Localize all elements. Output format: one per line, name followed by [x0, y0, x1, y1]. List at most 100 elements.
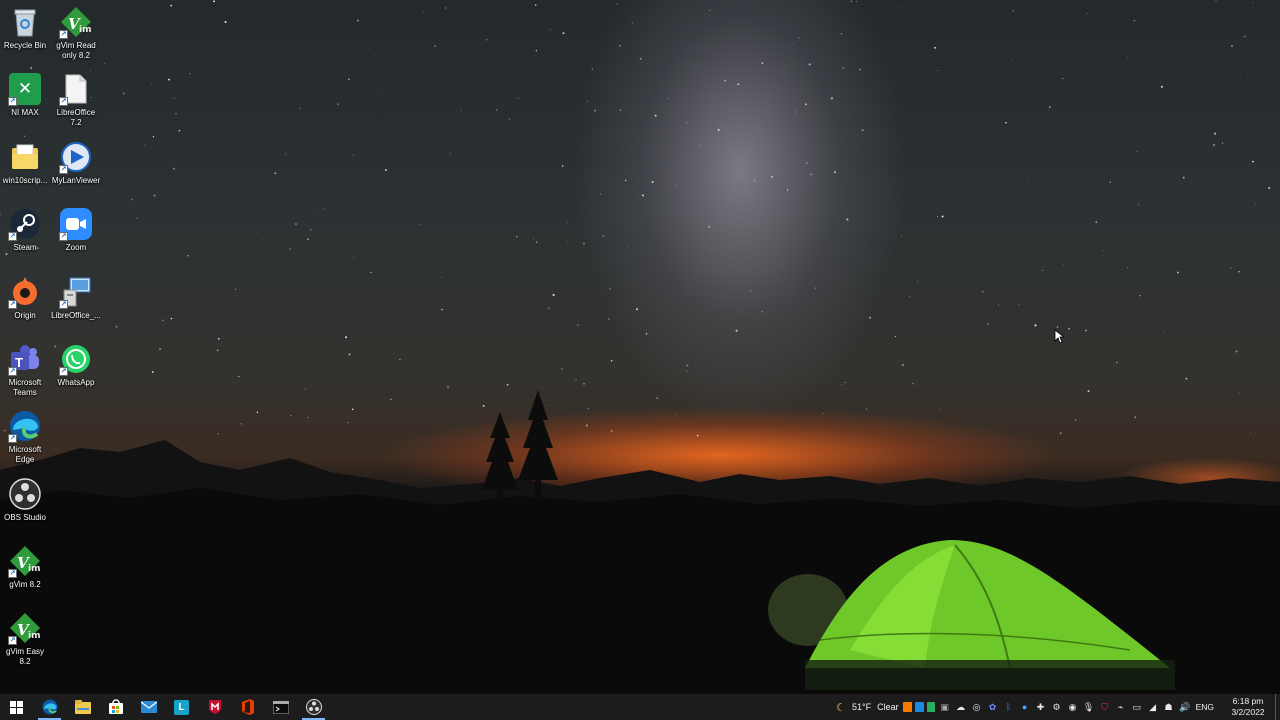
- star: [610, 359, 613, 362]
- star: [1034, 324, 1037, 327]
- shortcut-arrow-icon: ↗: [59, 30, 68, 39]
- desktop-icon-mylanviewer[interactable]: ↗ MyLanViewer: [51, 141, 101, 186]
- taskbar-store-button[interactable]: [99, 694, 132, 720]
- star: [804, 103, 807, 106]
- desktop-icon-microsoft-edge[interactable]: ↗ Microsoft Edge: [0, 410, 50, 465]
- tray-app-icon[interactable]: [915, 702, 925, 712]
- tray-app-icon[interactable]: ▣: [938, 701, 951, 714]
- show-desktop-button[interactable]: [1275, 694, 1280, 720]
- desktop-icon-steam[interactable]: ↗ Steam: [0, 208, 50, 253]
- star: [353, 257, 355, 259]
- onedrive-icon[interactable]: ☁: [954, 701, 967, 714]
- start-button[interactable]: [0, 694, 33, 720]
- star: [656, 397, 659, 400]
- star: [1247, 77, 1248, 79]
- star: [696, 434, 699, 437]
- star: [1252, 160, 1254, 163]
- desktop-icon-label: LibreOffice_...: [51, 311, 101, 320]
- steam-icon: ↗: [8, 208, 41, 241]
- bluetooth-icon[interactable]: ᛒ: [1002, 701, 1015, 714]
- desktop-icon-gvim-read-only[interactable]: Vim ↗ gVim Read only 8.2: [51, 6, 101, 61]
- battery-icon[interactable]: ▭: [1130, 701, 1143, 714]
- steam-tray-icon-2[interactable]: ☗: [1162, 701, 1175, 714]
- desktop-icon-gvim[interactable]: Vim ↗ gVim 8.2: [0, 545, 50, 590]
- star: [1268, 186, 1271, 189]
- desktop-wallpaper[interactable]: [0, 0, 1280, 694]
- desktop-icon-label: LibreOffice 7.2: [56, 108, 96, 127]
- desktop-icon-label: Steam: [13, 243, 37, 252]
- star: [307, 238, 309, 241]
- taskbar-file-explorer-button[interactable]: [66, 694, 99, 720]
- star: [1012, 10, 1014, 12]
- steam-tray-icon[interactable]: ●: [1018, 701, 1031, 714]
- star: [213, 0, 215, 3]
- star: [1235, 350, 1238, 353]
- taskbar-terminal-button[interactable]: [264, 694, 297, 720]
- obs-tray-icon[interactable]: ◎: [970, 701, 983, 714]
- tray-app-icon[interactable]: [927, 702, 936, 712]
- language-indicator[interactable]: ENG: [1196, 702, 1214, 712]
- desktop-icon-gvim-easy[interactable]: Vim ↗ gVim Easy 8.2: [0, 612, 50, 667]
- mcafee-icon: [208, 700, 221, 714]
- star: [699, 144, 701, 146]
- star: [840, 33, 843, 35]
- star: [636, 308, 638, 311]
- tray-app-icon[interactable]: [903, 702, 913, 712]
- star: [1255, 202, 1257, 204]
- desktop-icon-recycle-bin[interactable]: Recycle Bin: [0, 6, 50, 51]
- office-tray-icon[interactable]: ✚: [1034, 701, 1047, 714]
- taskbar-office-button[interactable]: [231, 694, 264, 720]
- weather-widget[interactable]: ☾ 51°F Clear: [833, 701, 902, 714]
- star: [587, 407, 590, 410]
- origin-tray-icon[interactable]: ◉: [1066, 701, 1079, 714]
- desktop-icon-ni-max[interactable]: ✕ ↗ NI MAX: [0, 73, 50, 118]
- taskbar-edge-button[interactable]: [33, 694, 66, 720]
- star: [566, 222, 568, 224]
- desktop-icon-label: Recycle Bin: [3, 41, 47, 50]
- libreoffice-icon: ↗: [59, 73, 92, 106]
- gvim-icon: Vim ↗: [8, 545, 41, 578]
- desktop-icon-microsoft-teams[interactable]: T ↗ Microsoft Teams: [0, 343, 50, 398]
- star: [1041, 269, 1044, 272]
- settings-tray-icon[interactable]: ⚙: [1050, 701, 1063, 714]
- star: [761, 310, 763, 313]
- desktop-icon-obs-studio[interactable]: OBS Studio: [0, 478, 50, 523]
- taskbar-libreoffice-button[interactable]: L: [165, 694, 198, 720]
- desktop-icon-whatsapp[interactable]: ↗ WhatsApp: [51, 343, 101, 388]
- star: [798, 37, 800, 39]
- teams-tray-icon[interactable]: ✿: [986, 701, 999, 714]
- star: [178, 129, 181, 132]
- star: [1085, 329, 1087, 332]
- star: [1056, 326, 1059, 328]
- desktop-icon-win10scripts[interactable]: win10scrip...: [0, 141, 50, 186]
- star: [136, 217, 138, 220]
- star: [686, 364, 689, 367]
- taskbar-mcafee-button[interactable]: [198, 694, 231, 720]
- star: [419, 224, 420, 225]
- desktop-icon-libreoffice[interactable]: ↗ LibreOffice 7.2: [51, 73, 101, 128]
- mcafee-tray-icon[interactable]: ⛉: [1098, 701, 1111, 714]
- network-icon[interactable]: ◢: [1146, 701, 1159, 714]
- microphone-icon[interactable]: 🎙: [1082, 701, 1095, 714]
- star: [901, 6, 903, 7]
- star: [534, 4, 537, 6]
- star: [517, 97, 519, 99]
- system-tray: ☾ 51°F Clear ▣ ☁ ◎ ✿ ᛒ ● ✚ ⚙ ◉ 🎙 ⛉ ⌁ ▭ ◢…: [833, 694, 1280, 720]
- desktop-icon-zoom[interactable]: ↗ Zoom: [51, 208, 101, 253]
- star: [189, 73, 191, 75]
- star: [307, 416, 309, 418]
- desktop-icon-libreoffice-installer[interactable]: ↗ LibreOffice_...: [51, 276, 101, 321]
- star: [1230, 267, 1232, 269]
- shortcut-arrow-icon: ↗: [8, 300, 17, 309]
- star: [609, 287, 611, 290]
- clock-time: 6:18 pm: [1232, 696, 1264, 706]
- taskbar-obs-button[interactable]: [297, 694, 330, 720]
- star: [347, 421, 349, 424]
- desktop-icon-origin[interactable]: ↗ Origin: [0, 276, 50, 321]
- volume-icon[interactable]: 🔊: [1178, 701, 1191, 714]
- taskbar-clock[interactable]: 6:18 pm 3/2/2022: [1223, 696, 1273, 718]
- usb-icon[interactable]: ⌁: [1114, 701, 1127, 714]
- star: [348, 353, 351, 356]
- taskbar-mail-button[interactable]: [132, 694, 165, 720]
- shortcut-arrow-icon: ↗: [8, 97, 17, 106]
